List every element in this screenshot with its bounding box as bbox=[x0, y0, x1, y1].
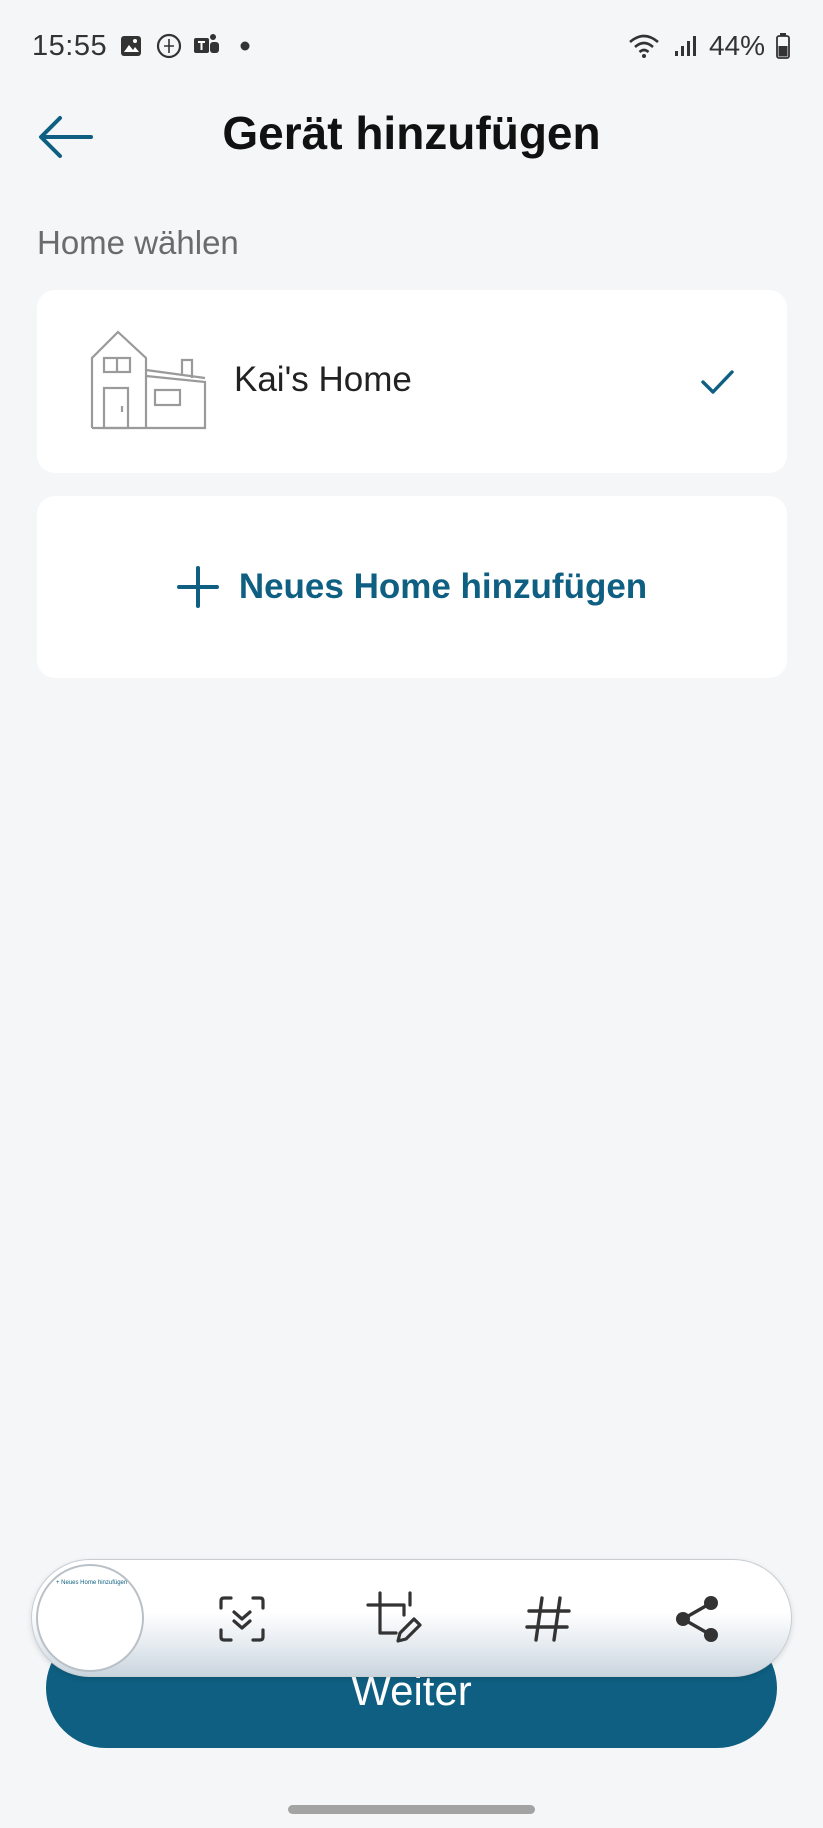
app-header: Gerät hinzufügen bbox=[0, 92, 823, 212]
status-time: 15:55 bbox=[32, 29, 108, 62]
gallery-icon bbox=[117, 32, 145, 60]
home-option-kais-home[interactable]: Kai's Home bbox=[37, 290, 787, 473]
section-label-home-select: Home wählen bbox=[37, 224, 239, 261]
hashtag-icon bbox=[525, 1596, 571, 1642]
status-right: 44% bbox=[627, 30, 791, 62]
wifi-icon bbox=[627, 32, 661, 60]
add-new-home-button[interactable]: Neues Home hinzufügen bbox=[37, 496, 787, 678]
status-bar: 15:55 44% bbox=[0, 0, 823, 92]
vpn-globe-icon bbox=[155, 32, 183, 60]
screenshot-thumbnail[interactable]: + Neues Home hinzufügen bbox=[36, 1564, 144, 1672]
page-title-text: Gerät hinzufügen bbox=[222, 107, 601, 159]
scroll-capture-button[interactable] bbox=[212, 1589, 272, 1649]
home-indicator[interactable] bbox=[288, 1805, 535, 1814]
crop-edit-icon bbox=[366, 1591, 422, 1643]
notification-dot-icon bbox=[231, 32, 259, 60]
crop-edit-button[interactable] bbox=[364, 1589, 424, 1649]
battery-percent: 44% bbox=[708, 30, 765, 61]
house-icon bbox=[90, 330, 207, 430]
share-icon bbox=[676, 1596, 718, 1642]
add-new-home-content: Neues Home hinzufügen bbox=[176, 566, 648, 608]
page-title: Gerät hinzufügen bbox=[0, 106, 823, 160]
screenshot-toolbar: + Neues Home hinzufügen bbox=[31, 1559, 792, 1677]
home-name: Kai's Home bbox=[234, 360, 412, 399]
hashtag-button[interactable] bbox=[518, 1589, 578, 1649]
plus-icon bbox=[176, 566, 219, 608]
status-left: 15:55 bbox=[32, 30, 259, 63]
scroll-capture-icon bbox=[219, 1596, 265, 1642]
share-button[interactable] bbox=[668, 1589, 728, 1649]
battery-icon bbox=[775, 32, 791, 60]
signal-icon bbox=[671, 32, 699, 60]
check-icon bbox=[701, 370, 734, 394]
teams-icon bbox=[193, 32, 221, 60]
thumbnail-caption: + Neues Home hinzufügen bbox=[56, 1580, 128, 1586]
add-new-home-label: Neues Home hinzufügen bbox=[238, 567, 648, 606]
